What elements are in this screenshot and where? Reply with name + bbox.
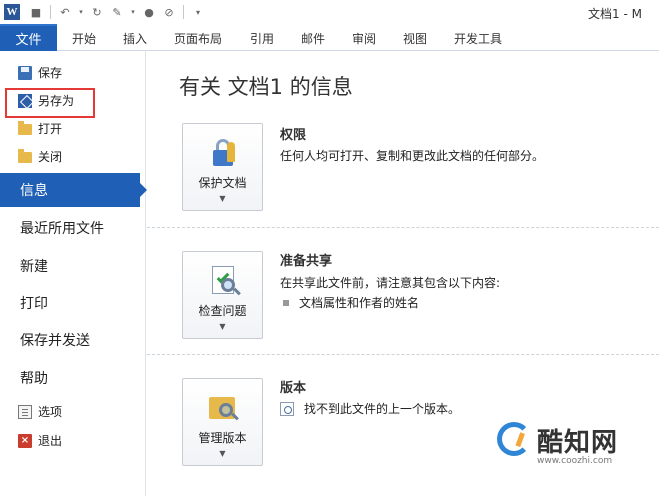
open-folder-icon (18, 121, 32, 135)
nav-save-label: 保存 (38, 66, 63, 80)
nav-open[interactable]: 打开 (0, 115, 146, 142)
nav-close-label: 关闭 (38, 150, 63, 164)
tab-review[interactable]: 审阅 (352, 28, 376, 50)
check-issues-button[interactable]: 检查问题 ▼ (182, 251, 263, 339)
section-divider (147, 354, 659, 355)
protect-document-button[interactable]: 保护文档 ▼ (182, 123, 263, 211)
lock-key-icon (207, 136, 239, 170)
watermark-url: www.coozhi.com (537, 456, 613, 466)
prepare-bullet-label: 文档属性和作者的姓名 (299, 296, 420, 310)
save-icon (18, 65, 32, 80)
prepare-desc: 在共享此文件前，请注意其包含以下内容: (280, 276, 501, 290)
nav-info[interactable]: 信息 (0, 173, 147, 207)
nav-recent[interactable]: 最近所用文件 (0, 211, 146, 245)
save-icon[interactable]: ■ (28, 4, 44, 20)
nav-options[interactable]: 选项 (0, 398, 146, 425)
chevron-down-icon: ▼ (219, 449, 226, 458)
nav-new[interactable]: 新建 (0, 249, 146, 283)
no-format-icon[interactable]: ⊘ (161, 4, 177, 20)
chevron-down-icon: ▼ (219, 322, 226, 331)
tab-insert[interactable]: 插入 (123, 28, 147, 50)
redo-icon[interactable]: ↻ (89, 4, 105, 20)
tab-home[interactable]: 开始 (72, 28, 96, 50)
nav-print[interactable]: 打印 (0, 286, 146, 320)
manage-versions-button[interactable]: 管理版本 ▼ (182, 378, 263, 466)
bullet-icon (283, 299, 289, 306)
quick-access-toolbar: ■ ↶ ▾ ↻ ✎ ▾ ● ⊘ ▾ (28, 4, 206, 20)
versions-desc: 找不到此文件的上一个版本。 (304, 402, 461, 416)
nav-help[interactable]: 帮助 (0, 361, 146, 395)
tab-page-layout[interactable]: 页面布局 (174, 28, 222, 50)
permissions-desc: 任何人均可打开、复制和更改此文档的任何部分。 (280, 149, 545, 163)
coozhi-logo-icon (497, 422, 531, 456)
tab-view[interactable]: 视图 (403, 28, 427, 50)
record-icon[interactable]: ● (141, 4, 157, 20)
versions-desc-row: 找不到此文件的上一个版本。 (280, 400, 460, 417)
title-bar: W ■ ↶ ▾ ↻ ✎ ▾ ● ⊘ ▾ 文档1 - M (0, 0, 659, 24)
options-icon (18, 404, 32, 419)
nav-exit[interactable]: × 退出 (0, 427, 146, 454)
qat-separator (50, 5, 51, 19)
qat-separator (183, 5, 184, 19)
nav-options-label: 选项 (38, 405, 63, 419)
word-logo-icon[interactable]: W (4, 4, 20, 20)
close-folder-icon (18, 149, 32, 163)
inspect-document-icon (207, 264, 241, 298)
nav-save[interactable]: 保存 (0, 59, 146, 86)
nav-save-send[interactable]: 保存并发送 (0, 323, 146, 357)
protect-document-label: 保护文档 (198, 176, 247, 190)
version-history-icon (280, 401, 294, 416)
nav-open-label: 打开 (38, 122, 63, 136)
exit-icon: × (18, 433, 32, 448)
prepare-title: 准备共享 (280, 254, 333, 269)
tab-mailings[interactable]: 邮件 (301, 28, 325, 50)
versions-title: 版本 (280, 381, 307, 396)
nav-exit-label: 退出 (38, 434, 63, 448)
ribbon-tabs: 文件 开始 插入 页面布局 引用 邮件 审阅 视图 开发工具 (0, 24, 659, 51)
format-painter-icon[interactable]: ✎ (109, 4, 125, 20)
undo-icon[interactable]: ↶ (57, 4, 73, 20)
manage-versions-label: 管理版本 (198, 431, 247, 445)
chevron-down-icon: ▼ (219, 194, 226, 203)
section-divider (147, 227, 659, 228)
check-issues-label: 检查问题 (198, 304, 247, 318)
tab-file[interactable]: 文件 (0, 24, 57, 51)
tab-references[interactable]: 引用 (250, 28, 274, 50)
permissions-title: 权限 (280, 128, 307, 143)
watermark-text: 酷知网 (537, 428, 619, 458)
prepare-bullet: 文档属性和作者的姓名 (280, 294, 419, 311)
watermark: 酷知网 www.coozhi.com (497, 418, 647, 478)
page-title: 有关 文档1 的信息 (179, 75, 353, 99)
highlight-box (5, 88, 95, 118)
customize-icon[interactable]: ▾ (190, 4, 206, 20)
nav-close[interactable]: 关闭 (0, 143, 146, 170)
dropdown-icon[interactable]: ▾ (77, 4, 85, 20)
dropdown-icon[interactable]: ▾ (129, 4, 137, 20)
window-title: 文档1 - M (588, 7, 642, 21)
versions-folder-icon (207, 391, 239, 425)
tab-developer[interactable]: 开发工具 (454, 28, 502, 50)
